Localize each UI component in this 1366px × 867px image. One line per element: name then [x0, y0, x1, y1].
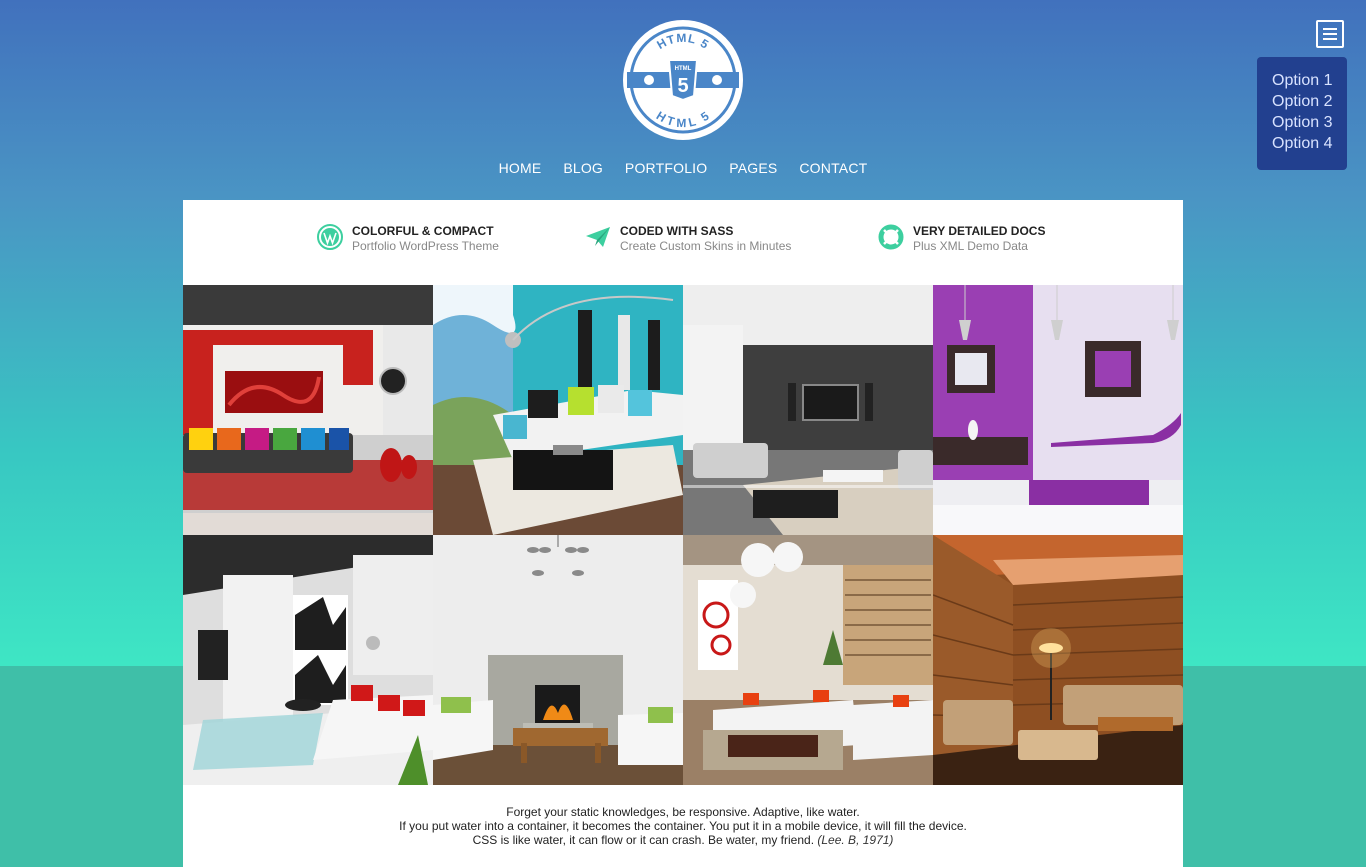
main-nav: HOME BLOG PORTFOLIO PAGES CONTACT: [0, 160, 1366, 176]
portfolio-item-white-modern-room[interactable]: [183, 535, 433, 785]
portfolio-item-red-living-room[interactable]: [183, 285, 433, 535]
menu-option-4[interactable]: Option 4: [1272, 133, 1347, 154]
paper-plane-icon: [586, 227, 610, 247]
menu-option-3[interactable]: Option 3: [1272, 112, 1347, 133]
portfolio-item-fireplace-room[interactable]: [433, 535, 683, 785]
quote-line-last: CSS is like water, it can flow or it can…: [183, 833, 1183, 847]
quote-line: If you put water into a container, it be…: [399, 819, 967, 833]
quote-line: Forget your static knowledges, be respon…: [506, 805, 860, 819]
feature-subtitle: Plus XML Demo Data: [913, 239, 1028, 253]
logo-badge-text: HTML: [675, 66, 692, 72]
nav-home[interactable]: HOME: [499, 160, 542, 176]
quote-attribution: (Lee. B, 1971): [817, 833, 894, 847]
quote-line: CSS is like water, it can flow or it can…: [472, 833, 815, 847]
wordpress-icon: [317, 224, 343, 250]
portfolio-item-purple-room[interactable]: [933, 285, 1183, 535]
options-dropdown: Option 1 Option 2 Option 3 Option 4: [1257, 57, 1347, 170]
feature-title: CODED WITH SASS: [620, 224, 734, 238]
main-content: COLORFUL & COMPACT Portfolio WordPress T…: [183, 200, 1183, 867]
life-ring-icon: [878, 224, 904, 250]
menu-option-2[interactable]: Option 2: [1272, 91, 1347, 112]
portfolio-grid: [183, 285, 1183, 785]
html5-logo[interactable]: HTML 5 HTML 5 HTML 5: [623, 20, 743, 140]
feature-title: VERY DETAILED DOCS: [913, 224, 1046, 238]
feature-subtitle: Portfolio WordPress Theme: [352, 239, 499, 253]
nav-portfolio[interactable]: PORTFOLIO: [625, 160, 707, 176]
nav-contact[interactable]: CONTACT: [799, 160, 867, 176]
logo-badge-number: 5: [677, 75, 688, 97]
portfolio-item-teal-living-room[interactable]: [433, 285, 683, 535]
feature-title: COLORFUL & COMPACT: [352, 224, 494, 238]
nav-pages[interactable]: PAGES: [729, 160, 777, 176]
hamburger-menu-icon[interactable]: [1316, 20, 1344, 48]
nav-blog[interactable]: BLOG: [563, 160, 603, 176]
portfolio-item-lantern-room[interactable]: [683, 535, 933, 785]
feature-subtitle: Create Custom Skins in Minutes: [620, 239, 792, 253]
portfolio-item-grey-living-room[interactable]: [683, 285, 933, 535]
menu-option-1[interactable]: Option 1: [1272, 70, 1347, 91]
portfolio-item-wood-room[interactable]: [933, 535, 1183, 785]
quote-block: Forget your static knowledges, be respon…: [183, 805, 1183, 847]
